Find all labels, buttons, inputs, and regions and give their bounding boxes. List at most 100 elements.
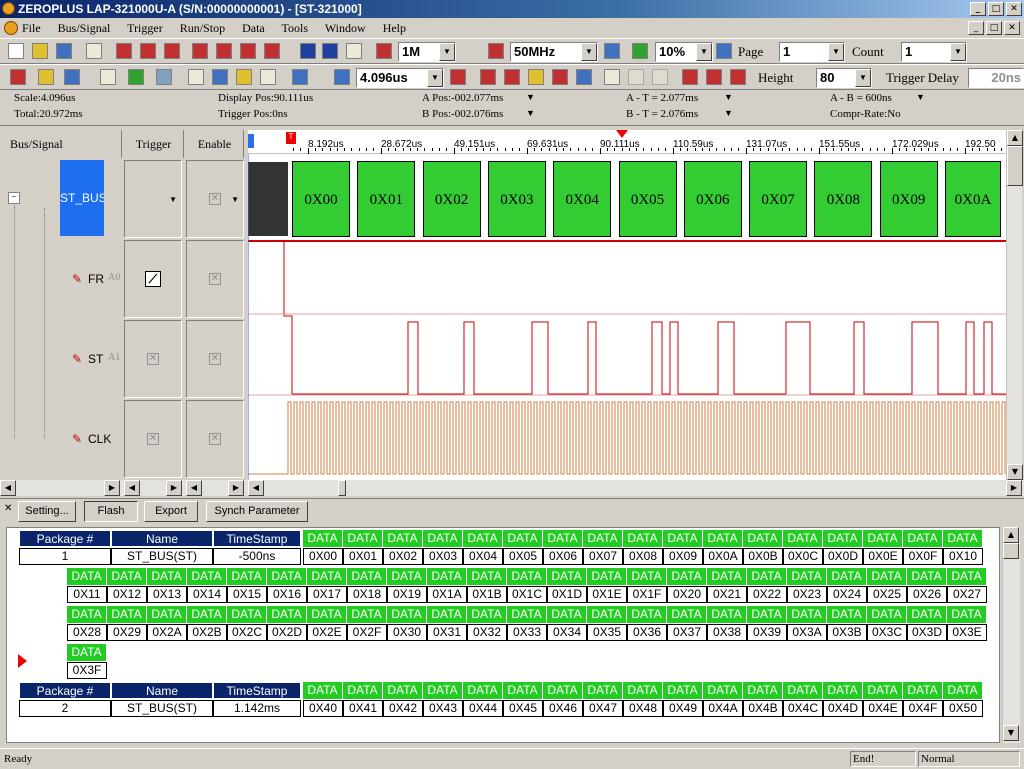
list-scroll-down[interactable]: ▼ [1003, 725, 1019, 741]
setting-button[interactable]: Setting... [18, 501, 76, 522]
bar-b-icon[interactable] [504, 69, 520, 85]
doc-minimize-button[interactable]: _ [968, 21, 984, 35]
wave-scroll-thumb[interactable] [338, 480, 346, 496]
hand-icon[interactable] [236, 69, 252, 85]
chip-icon[interactable] [128, 69, 144, 85]
grid-icon[interactable] [100, 69, 116, 85]
collapse-toggle[interactable]: − [8, 192, 20, 204]
bus-packet[interactable]: 0X05 [618, 161, 677, 237]
a-b-dropdown[interactable]: ▼ [916, 92, 925, 102]
signal-scroll-left[interactable]: ◀ [0, 480, 16, 496]
signal-row-bus[interactable]: − ST_BUS(ST [0, 158, 120, 236]
open-folder-icon[interactable] [32, 43, 48, 59]
chart-icon[interactable] [260, 69, 276, 85]
copy-icon[interactable] [140, 43, 156, 59]
display-pos-marker[interactable] [616, 130, 628, 138]
waveform-vscrollbar[interactable]: ▲ ▼ [1006, 130, 1023, 480]
trigger-scroll-left[interactable]: ◀ [124, 480, 140, 496]
paste-icon[interactable] [164, 43, 180, 59]
bus-packet[interactable]: 0X07 [749, 161, 808, 237]
bus-label-icon[interactable] [706, 69, 722, 85]
close-button[interactable]: ✕ [1006, 2, 1022, 16]
prev-icon[interactable] [628, 69, 644, 85]
wave-scroll-right[interactable]: ▶ [1006, 480, 1022, 496]
doc-restore-button[interactable]: □ [986, 21, 1002, 35]
bus-packet[interactable]: 0X00 [292, 161, 350, 237]
bus-enable-cell[interactable]: ✕ ▼ [186, 160, 244, 238]
frequency-select[interactable]: 50MHz ▼ [510, 42, 598, 62]
package-list[interactable]: Package # Name TimeStamp 1 ST_BUS(ST) -500ns D… [6, 527, 1000, 743]
waveform-view[interactable]: T 8.192us 28.672us 49.151us 69.631us 90.111u… [248, 130, 1006, 480]
pane-close-icon[interactable]: ✕ [4, 503, 12, 514]
bar-c-icon[interactable] [528, 69, 544, 85]
bus-packet[interactable]: 0X08 [814, 161, 873, 237]
fr-trigger-cell[interactable]: ⟋ [124, 240, 182, 318]
cursor-a-marker[interactable] [248, 134, 254, 148]
page-select[interactable]: 1 ▼ [779, 42, 845, 62]
count-select[interactable]: 1 ▼ [901, 42, 967, 62]
fr-enable-cell[interactable]: ✕ [186, 240, 244, 318]
page-icon[interactable] [716, 43, 732, 59]
menu-help[interactable]: Help [383, 21, 406, 35]
list-scroll-thumb[interactable] [1003, 543, 1019, 559]
next-icon[interactable] [652, 69, 668, 85]
bus-packet[interactable]: 0X06 [683, 161, 742, 237]
trigger-scroll-right[interactable]: ▶ [166, 480, 182, 496]
document-icon[interactable] [4, 21, 18, 35]
enable-scroll-left[interactable]: ◀ [186, 480, 202, 496]
bus-delete-icon[interactable] [682, 69, 698, 85]
bus-packet[interactable]: 0X02 [422, 161, 481, 237]
color-icon[interactable] [730, 69, 746, 85]
bus-packet[interactable]: 0X01 [357, 161, 416, 237]
frequency-icon[interactable] [488, 43, 504, 59]
st-trigger-cell[interactable]: ✕ [124, 320, 182, 398]
zoom-fit-icon[interactable] [632, 43, 648, 59]
menu-data[interactable]: Data [242, 21, 265, 35]
synch-parameter-button[interactable]: Synch Parameter [206, 501, 308, 522]
bus-packet[interactable]: 0X0A [945, 161, 1001, 237]
list-scroll-up[interactable]: ▲ [1003, 527, 1019, 543]
scroll-thumb[interactable] [1007, 146, 1023, 186]
marker-icon[interactable] [264, 43, 280, 59]
menu-window[interactable]: Window [325, 21, 366, 35]
protocol-icon[interactable] [450, 69, 466, 85]
menu-run-stop[interactable]: Run/Stop [180, 21, 225, 35]
signal-row-fr[interactable]: ✎ FR A0 [0, 238, 120, 316]
select-icon[interactable] [212, 69, 228, 85]
b-pos-dropdown[interactable]: ▼ [526, 108, 535, 118]
b-t-dropdown[interactable]: ▼ [724, 108, 733, 118]
cut-icon[interactable] [116, 43, 132, 59]
bus-packet[interactable]: 0X04 [553, 161, 612, 237]
menu-tools[interactable]: Tools [282, 21, 309, 35]
memory-icon[interactable] [376, 43, 392, 59]
bar-a-icon[interactable] [480, 69, 496, 85]
stop-icon[interactable] [346, 43, 362, 59]
new-file-icon[interactable] [8, 43, 24, 59]
scale-icon[interactable] [334, 69, 350, 85]
minimize-button[interactable]: _ [970, 2, 986, 16]
scale-select[interactable]: 4.096us ▼ [356, 68, 444, 88]
binoculars-icon[interactable] [604, 69, 620, 85]
layout-icon[interactable] [292, 69, 308, 85]
bus-config-icon[interactable] [10, 69, 26, 85]
a-pos-dropdown[interactable]: ▼ [526, 92, 535, 102]
trigger-pos-icon[interactable] [604, 43, 620, 59]
save-icon[interactable] [56, 43, 72, 59]
signal-scroll-right[interactable]: ▶ [104, 480, 120, 496]
time-ruler[interactable]: T 8.192us 28.672us 49.151us 69.631us 90.111u… [248, 130, 1006, 154]
run-repeat-icon[interactable] [322, 43, 338, 59]
list-vscrollbar[interactable]: ▲ ▼ [1002, 527, 1020, 743]
menu-bus-signal[interactable]: Bus/Signal [58, 21, 111, 35]
signal-row-st[interactable]: ✎ ST A1 [0, 318, 120, 396]
clk-trigger-cell[interactable]: ✕ [124, 400, 182, 478]
clock-icon[interactable] [38, 69, 54, 85]
scroll-down-button[interactable]: ▼ [1007, 464, 1023, 480]
bus-trigger-cell[interactable]: ▼ [124, 160, 182, 238]
bus-packet[interactable]: 0X09 [879, 161, 938, 237]
bus-name-label[interactable]: ST_BUS(ST [60, 160, 104, 236]
height-select[interactable]: 80 ▼ [816, 68, 872, 88]
cursor-t-icon[interactable] [240, 43, 256, 59]
zoom-icon[interactable] [64, 69, 80, 85]
st-enable-cell[interactable]: ✕ [186, 320, 244, 398]
menu-trigger[interactable]: Trigger [127, 21, 163, 35]
